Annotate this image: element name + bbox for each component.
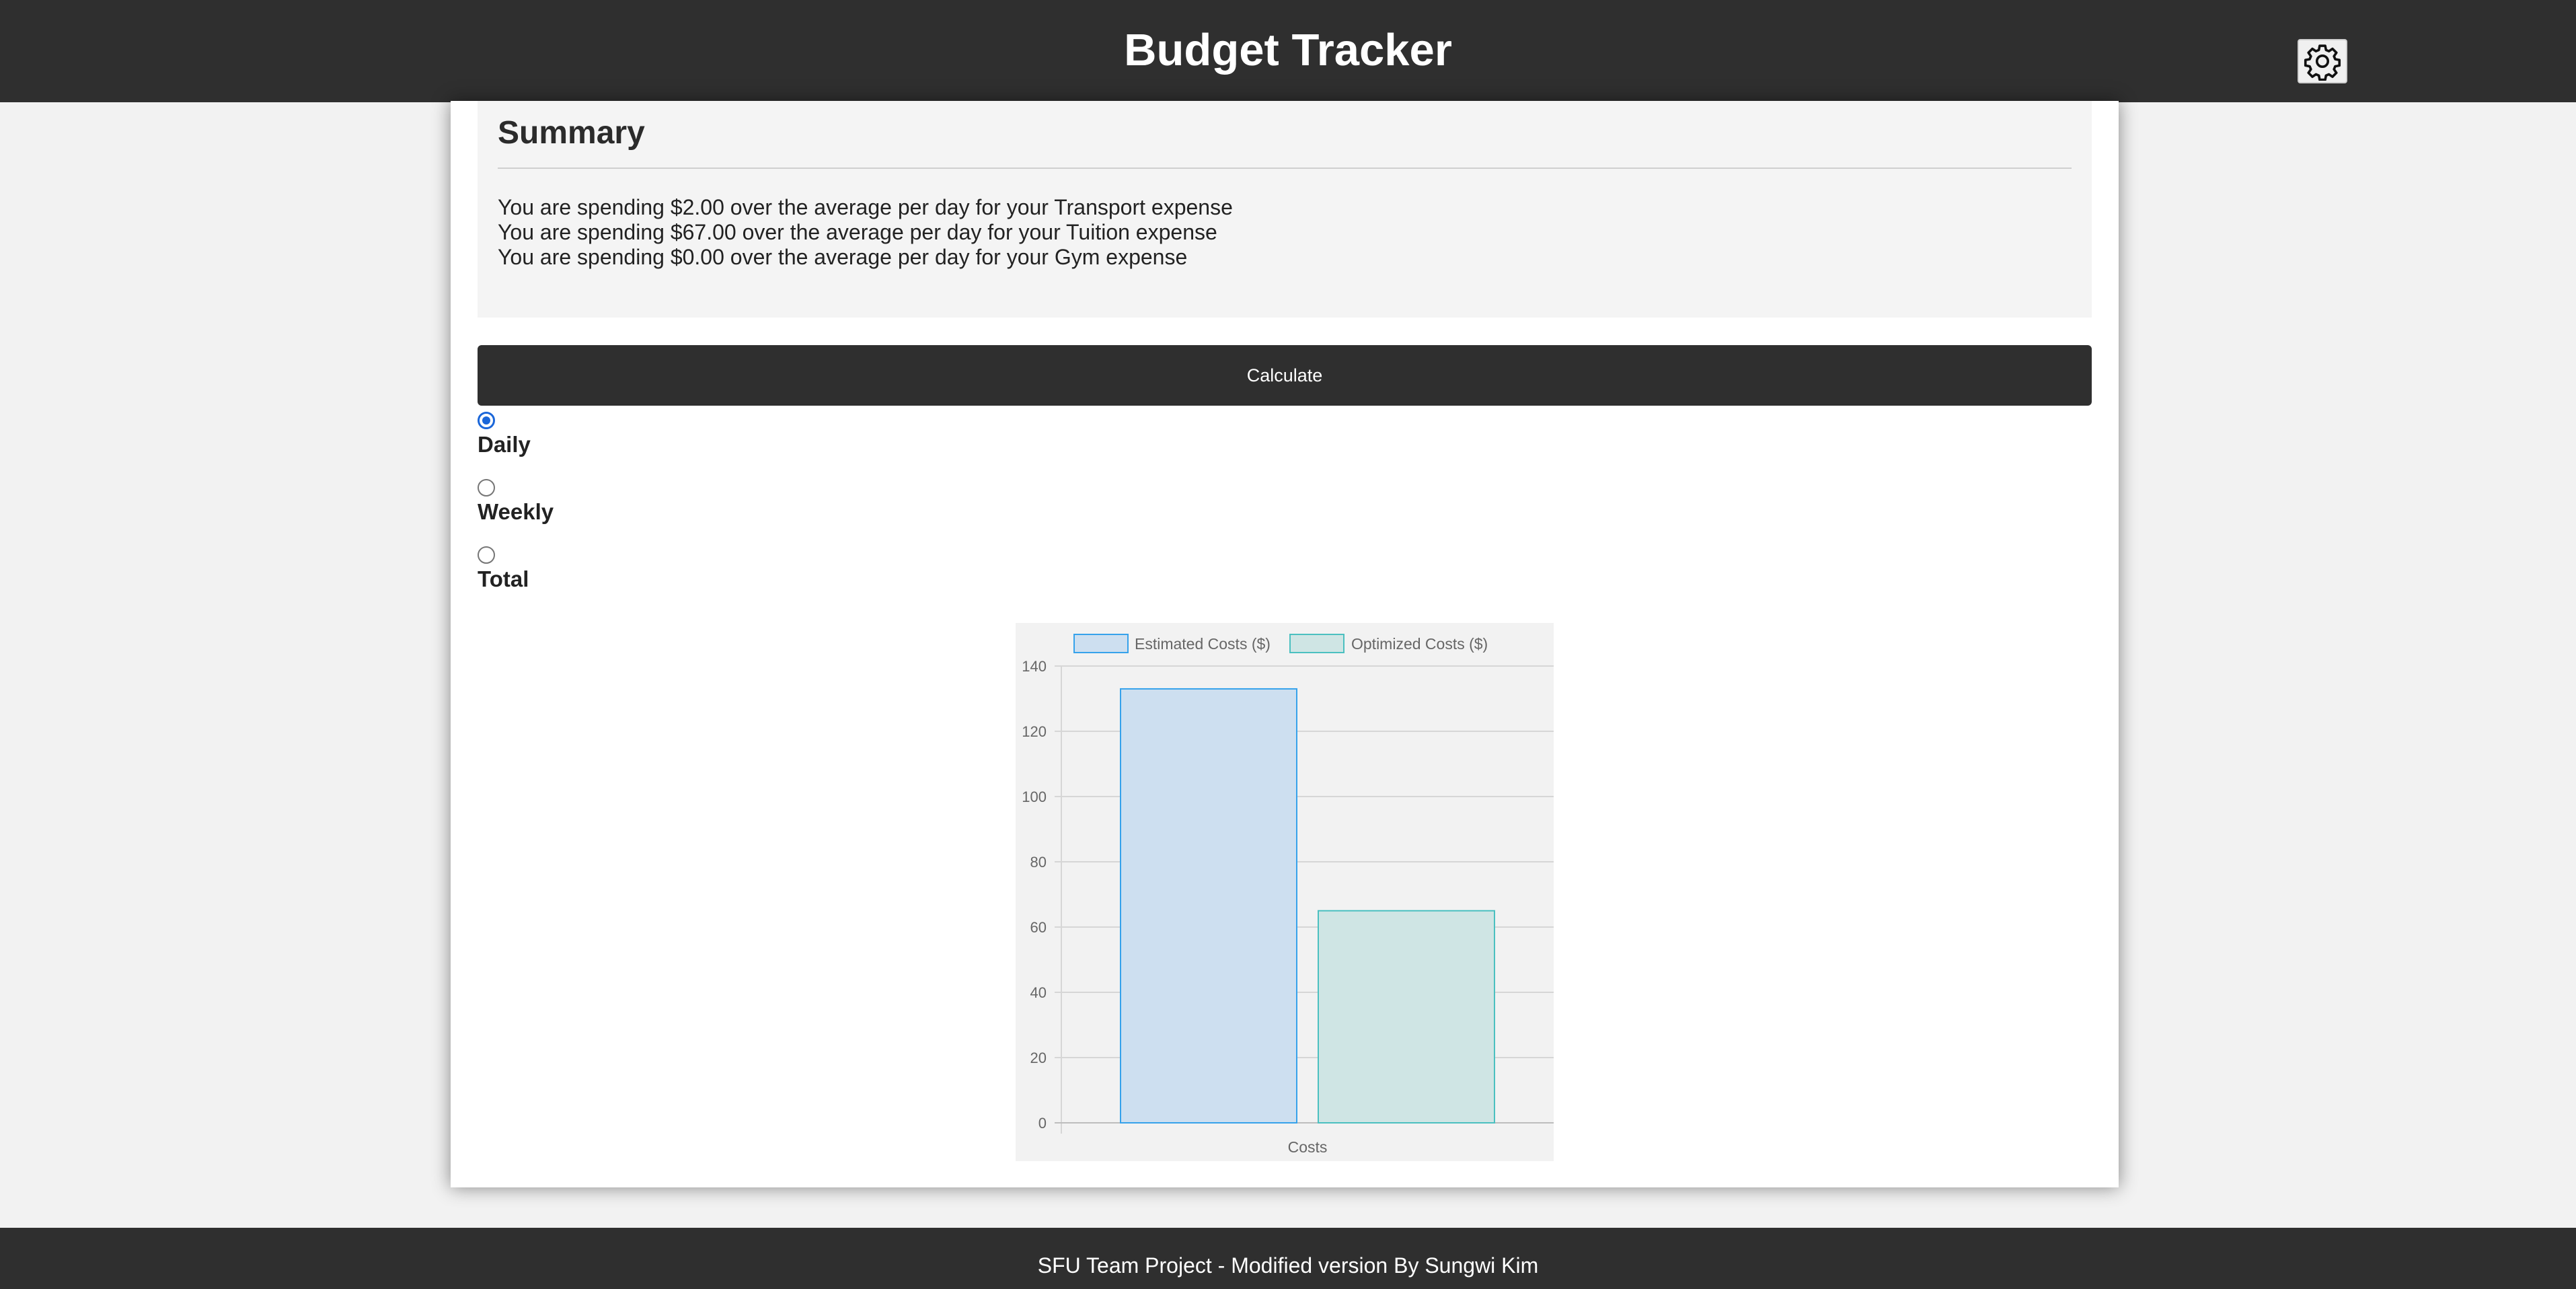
- costs-chart-svg: 0 20 40 60 80 100 120 140 Costs Estimated Costs (…: [1022, 634, 1554, 1156]
- y-tick-label: 40: [1030, 984, 1047, 1001]
- y-tick-label: 60: [1030, 919, 1047, 936]
- summary-panel: Summary You are spending $2.00 over the …: [478, 101, 2092, 318]
- x-category-label: Costs: [1288, 1138, 1328, 1156]
- radio-option-daily[interactable]: Daily: [478, 412, 747, 475]
- radio-label-daily: Daily: [478, 432, 531, 457]
- bar-series-1: [1318, 910, 1495, 1124]
- summary-title: Summary: [498, 115, 645, 151]
- radio-option-total[interactable]: Total: [478, 546, 747, 610]
- radio-daily[interactable]: [478, 412, 495, 429]
- radio-label-weekly: Weekly: [478, 499, 554, 524]
- radio-option-weekly[interactable]: Weekly: [478, 479, 747, 542]
- y-tick-label: 120: [1022, 723, 1047, 740]
- summary-divider: [498, 168, 2072, 169]
- settings-button[interactable]: [2298, 39, 2347, 83]
- legend-label-0: Estimated Costs ($): [1135, 635, 1271, 653]
- costs-chart: 0 20 40 60 80 100 120 140 Costs Estimated Costs (…: [1016, 623, 1554, 1161]
- radio-weekly[interactable]: [478, 479, 495, 496]
- main-card: Summary You are spending $2.00 over the …: [451, 101, 2119, 1187]
- summary-line-gym: You are spending $0.00 over the average …: [498, 245, 1188, 269]
- app-footer: SFU Team Project - Modified version By S…: [0, 1228, 2576, 1289]
- legend-swatch-0: [1073, 634, 1129, 653]
- legend-swatch-1: [1289, 634, 1344, 653]
- summary-line-transport: You are spending $2.00 over the average …: [498, 195, 1233, 219]
- bar-series-0: [1120, 688, 1297, 1124]
- app-header: Budget Tracker: [0, 0, 2576, 102]
- y-tick-label: 0: [1038, 1115, 1047, 1132]
- y-tick-label: 20: [1030, 1049, 1047, 1066]
- footer-text: SFU Team Project - Modified version By S…: [1037, 1253, 1539, 1278]
- legend-label-1: Optimized Costs ($): [1351, 635, 1488, 653]
- gear-icon: [2304, 44, 2341, 81]
- y-tick-label: 140: [1022, 658, 1047, 675]
- y-tick-label: 100: [1022, 788, 1047, 805]
- radio-total[interactable]: [478, 546, 495, 564]
- y-tick-label: 80: [1030, 854, 1047, 871]
- radio-label-total: Total: [478, 566, 529, 591]
- app-title: Budget Tracker: [1124, 25, 1452, 75]
- summary-lines: You are spending $2.00 over the average …: [498, 195, 2045, 270]
- summary-line-tuition: You are spending $67.00 over the average…: [498, 220, 1217, 244]
- calculate-button[interactable]: Calculate: [478, 345, 2092, 406]
- period-radio-group: Daily Weekly Total: [478, 408, 747, 610]
